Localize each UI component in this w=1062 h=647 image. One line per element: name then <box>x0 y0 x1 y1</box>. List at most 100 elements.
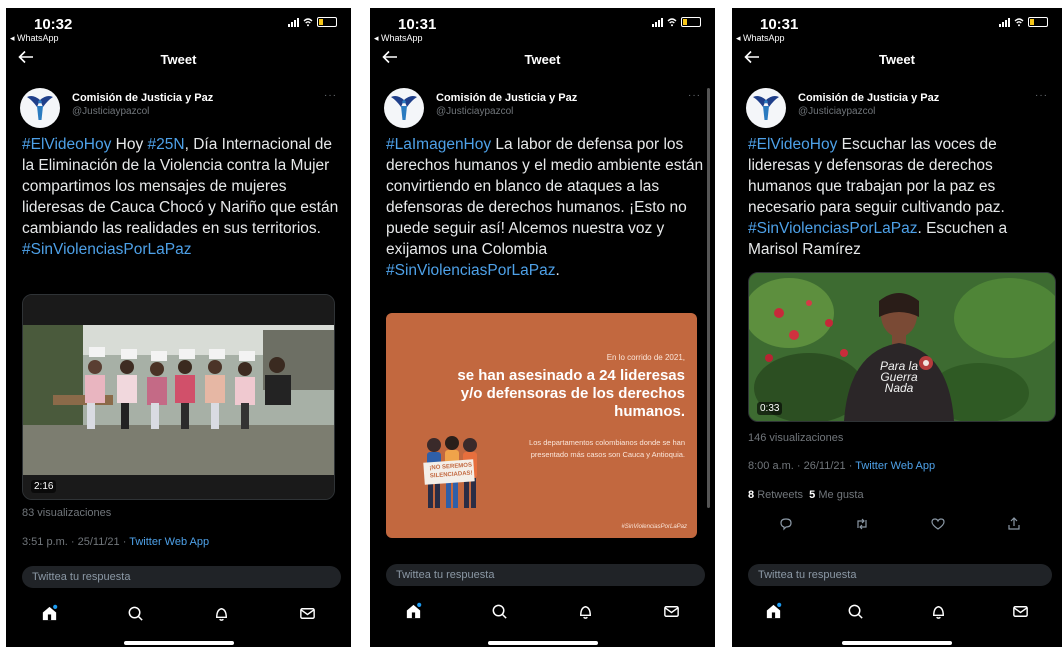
poster-hashtag: #SinViolenciasPorLaPaz <box>621 524 687 530</box>
author-name: Comisión de Justicia y Paz <box>436 92 578 104</box>
campaign-image[interactable]: En lo corrido de 2021, se han asesinado … <box>386 313 697 538</box>
like-count: 5 <box>809 489 816 501</box>
author-handle: @Justiciaypazcol <box>798 106 876 117</box>
tweet-author[interactable]: Comisión de Justicia y Paz @Justiciaypaz… <box>746 88 1052 130</box>
likes-label[interactable]: Me gusta <box>818 489 863 501</box>
hashtag-link[interactable]: #SinViolenciasPorLaPaz <box>22 241 191 258</box>
signal-icon <box>288 17 299 27</box>
hashtag-link[interactable]: #25N <box>148 136 185 153</box>
back-to-whatsapp-link[interactable]: ◂ WhatsApp <box>736 33 785 44</box>
retweets-label[interactable]: Retweets <box>757 489 803 501</box>
hashtag-link[interactable]: #SinViolenciasPorLaPaz <box>386 262 555 279</box>
reply-icon[interactable] <box>778 516 794 532</box>
messages-icon[interactable] <box>662 602 681 621</box>
hashtag-link[interactable]: #ElVideoHoy <box>22 136 111 153</box>
video-thumbnail <box>749 273 1055 421</box>
notifications-icon[interactable] <box>576 602 595 621</box>
search-icon[interactable] <box>126 604 145 623</box>
battery-icon <box>681 17 701 27</box>
more-options-icon[interactable]: ··· <box>688 90 701 101</box>
home-indicator <box>842 641 952 645</box>
tweet-text-segment: Hoy <box>111 136 148 153</box>
phone-screen-3: 10:31 ◂ WhatsApp Tweet Comisión de Justi… <box>732 8 1062 647</box>
video-duration: 2:16 <box>31 480 57 493</box>
source-link[interactable]: Twitter Web App <box>855 460 935 472</box>
wifi-icon <box>667 18 677 27</box>
scrollbar[interactable] <box>707 88 710 508</box>
signal-icon <box>652 17 663 27</box>
author-handle: @Justiciaypazcol <box>72 106 150 117</box>
tweet-text: #ElVideoHoy Escuchar las voces de lidere… <box>748 134 1052 260</box>
page-title: Tweet <box>879 52 915 67</box>
messages-icon[interactable] <box>298 604 317 623</box>
dove-logo-icon <box>753 96 779 120</box>
like-icon[interactable] <box>930 516 946 532</box>
search-icon[interactable] <box>490 602 509 621</box>
more-options-icon[interactable]: ··· <box>324 90 337 101</box>
back-to-whatsapp-link[interactable]: ◂ WhatsApp <box>374 33 423 44</box>
wifi-icon <box>1014 18 1024 27</box>
author-handle: @Justiciaypazcol <box>436 106 514 117</box>
video-player[interactable]: Para la Guerra Nada 0:33 <box>748 272 1056 422</box>
tweet-text-segment: . <box>555 262 560 279</box>
notifications-icon[interactable] <box>212 604 231 623</box>
video-player[interactable]: 2:16 <box>22 294 335 500</box>
tweet-header: Tweet <box>6 48 351 74</box>
status-bar: 10:32 ◂ WhatsApp <box>6 8 351 46</box>
status-time: 10:32 <box>34 16 73 33</box>
timestamp-text: 3:51 p.m. · 25/11/21 · <box>22 536 130 548</box>
action-bar <box>748 516 1052 536</box>
bottom-nav <box>6 599 351 627</box>
notifications-icon[interactable] <box>929 602 948 621</box>
page-title: Tweet <box>524 52 561 67</box>
hashtag-link[interactable]: #ElVideoHoy <box>748 136 837 153</box>
avatar[interactable] <box>384 88 424 128</box>
reply-input[interactable]: Twittea tu respuesta <box>748 564 1052 586</box>
share-icon[interactable] <box>1006 516 1022 532</box>
bottom-nav <box>732 597 1062 625</box>
source-link[interactable]: Twitter Web App <box>129 536 209 548</box>
dove-logo-icon <box>27 96 53 120</box>
tweet-text: #ElVideoHoy Hoy #25N, Día Internacional … <box>22 134 341 260</box>
view-count: 83 visualizaciones <box>22 507 112 519</box>
engagement-stats: 8 Retweets 5 Me gusta <box>748 489 864 501</box>
home-icon[interactable] <box>40 604 59 623</box>
wifi-icon <box>303 18 313 27</box>
reply-input[interactable]: Twittea tu respuesta <box>22 566 341 588</box>
video-duration: 0:33 <box>757 402 783 415</box>
home-indicator <box>123 641 234 645</box>
battery-icon <box>1028 17 1048 27</box>
messages-icon[interactable] <box>1011 602 1030 621</box>
back-to-whatsapp-link[interactable]: ◂ WhatsApp <box>10 33 59 44</box>
status-time: 10:31 <box>760 16 799 33</box>
search-icon[interactable] <box>846 602 865 621</box>
retweet-count: 8 <box>748 489 755 501</box>
reply-input[interactable]: Twittea tu respuesta <box>386 564 705 586</box>
retweet-icon[interactable] <box>854 516 870 532</box>
more-options-icon[interactable]: ··· <box>1035 90 1048 101</box>
status-time: 10:31 <box>398 16 437 33</box>
hashtag-link[interactable]: #SinViolenciasPorLaPaz <box>748 220 917 237</box>
avatar[interactable] <box>746 88 786 128</box>
status-bar: 10:31 ◂ WhatsApp <box>370 8 715 46</box>
timestamp-text: 8:00 a.m. · 26/11/21 · <box>748 460 856 472</box>
shirt-text: Para la Guerra Nada <box>879 359 919 395</box>
tweet-text-segment: La labor de defensa por los derechos hum… <box>386 136 704 258</box>
tweet-author[interactable]: Comisión de Justicia y Paz @Justiciaypaz… <box>384 88 705 130</box>
home-indicator <box>487 641 598 645</box>
tweet-header: Tweet <box>732 48 1062 74</box>
phone-screen-2: 10:31 ◂ WhatsApp Tweet Comisión de Justi… <box>370 8 715 647</box>
status-bar: 10:31 ◂ WhatsApp <box>732 8 1062 46</box>
signal-icon <box>999 17 1010 27</box>
video-thumbnail <box>23 295 334 499</box>
tweet-timestamp: 8:00 a.m. · 26/11/21 · Twitter Web App <box>748 460 1052 472</box>
poster-body: Los departamentos colombianos donde se h… <box>529 438 685 459</box>
poster-line1: En lo corrido de 2021, <box>606 353 685 362</box>
avatar[interactable] <box>20 88 60 128</box>
tweet-author[interactable]: Comisión de Justicia y Paz @Justiciaypaz… <box>20 88 341 130</box>
hashtag-link[interactable]: #LaImagenHoy <box>386 136 491 153</box>
dove-logo-icon <box>391 96 417 120</box>
battery-icon <box>317 17 337 27</box>
home-icon[interactable] <box>404 602 423 621</box>
home-icon[interactable] <box>764 602 783 621</box>
